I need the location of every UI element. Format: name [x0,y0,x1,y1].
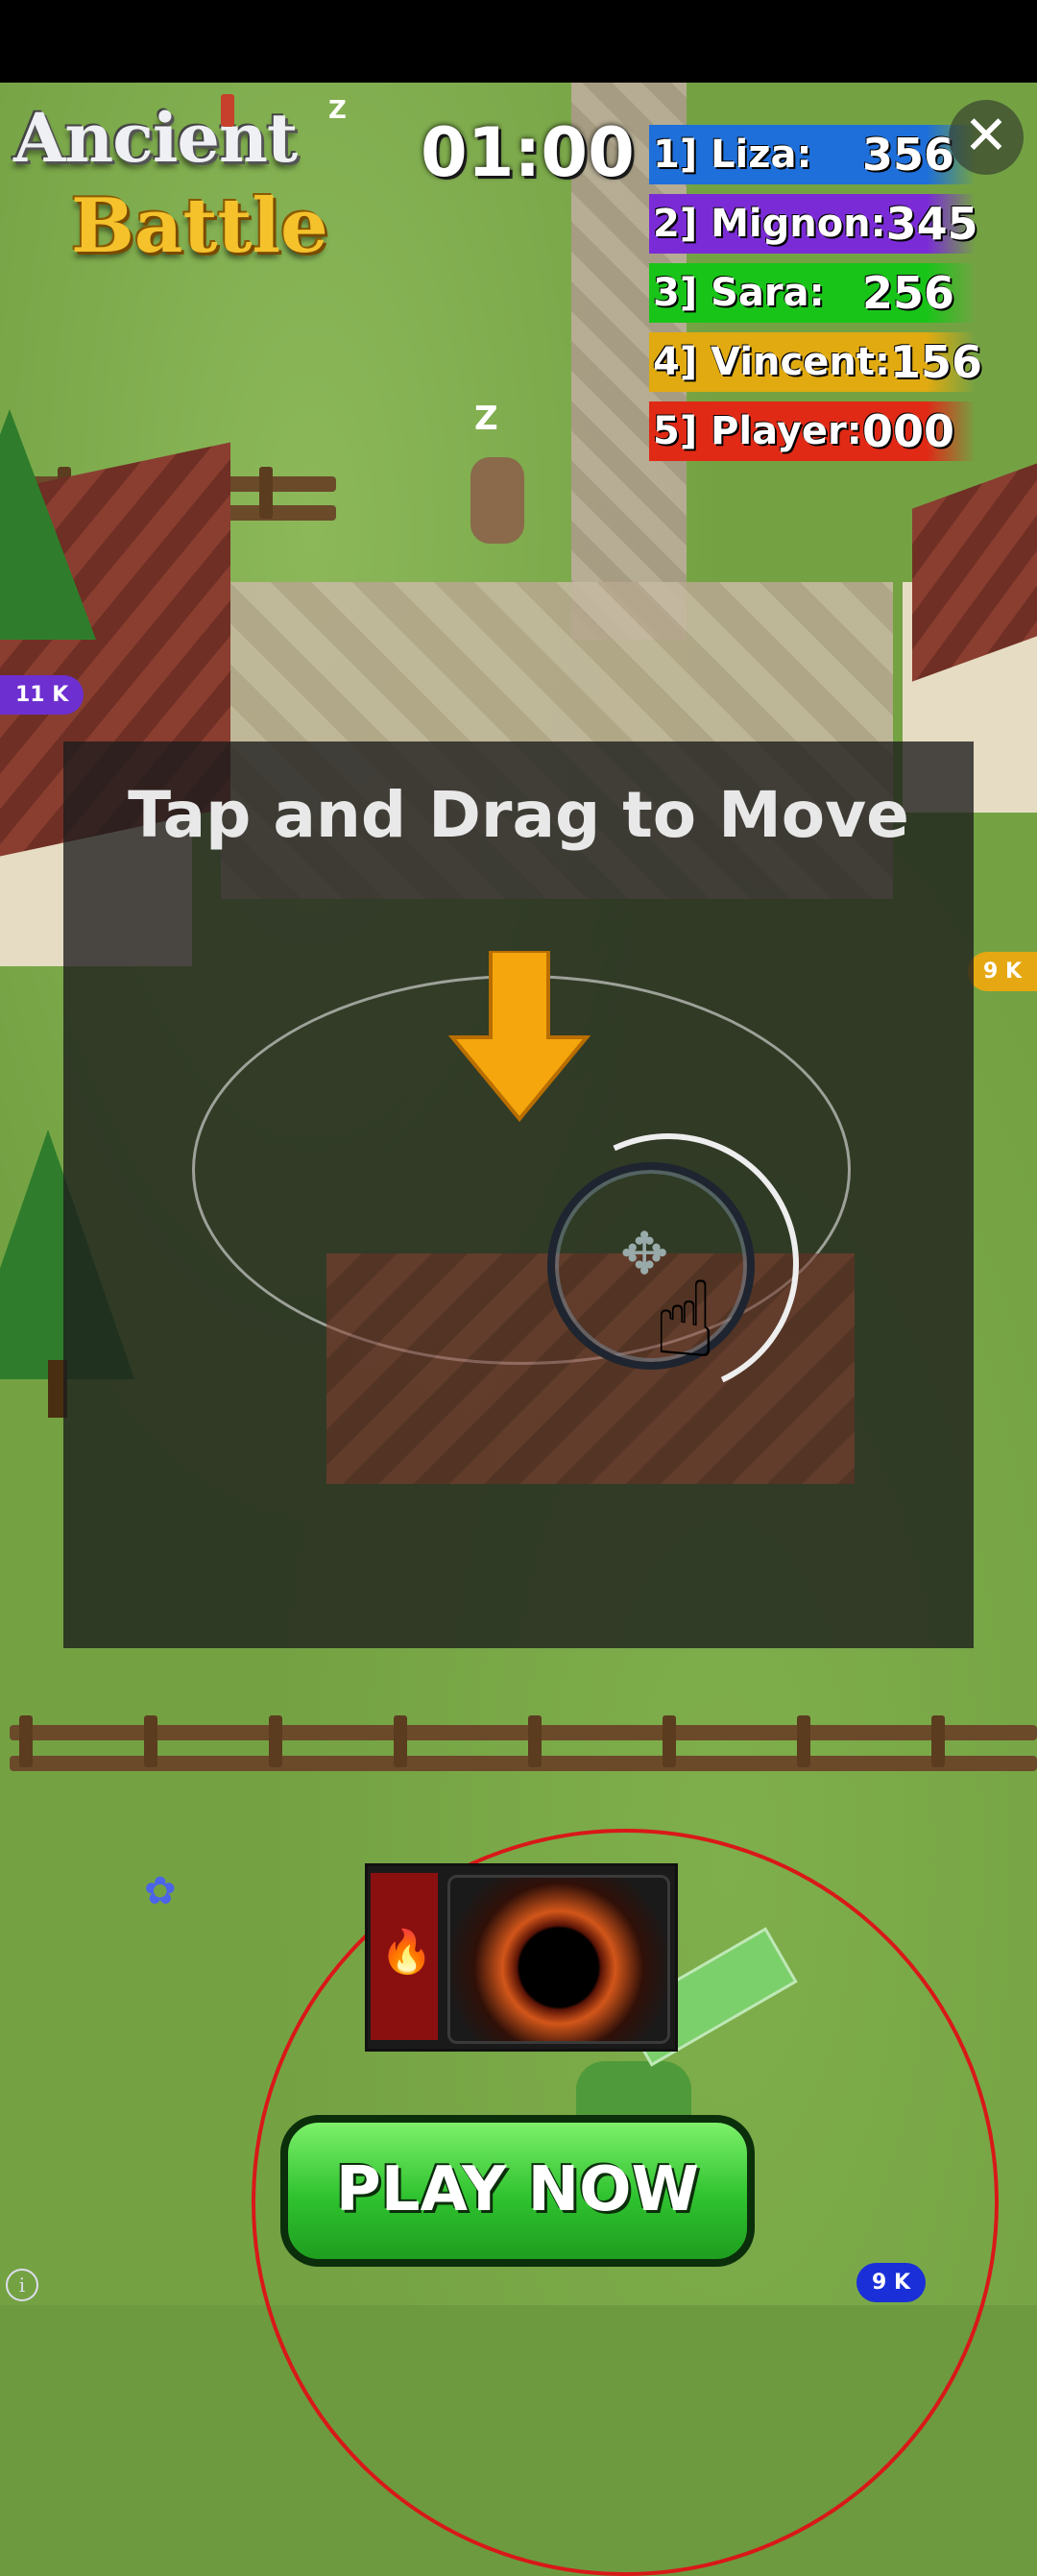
game-logo-subtitle: Battle [71,182,328,270]
leaderboard-name: 2] Mignon: [653,202,886,246]
enemy-character [470,457,524,544]
fireball-ability-image [447,1875,670,2044]
flame-icon: 🔥 [380,1928,433,1977]
leaderboard-name: 4] Vincent: [653,340,890,384]
fence-post [269,1715,282,1767]
fence-post [259,467,273,519]
offscreen-enemy-badge: 9 K [856,2263,927,2302]
fence-rail [10,1756,1037,1771]
offscreen-enemy-badge: 11 K [0,675,84,715]
logo-sword-hilt [221,94,234,127]
sleep-z: Z [474,400,498,438]
info-icon[interactable]: i [6,2269,38,2301]
status-bar [0,0,1037,83]
fence-post [394,1715,407,1767]
leaderboard-score: 000 [861,405,954,457]
leaderboard-name: 5] Player: [653,409,862,453]
fence-post [144,1715,157,1767]
fence-post [528,1715,542,1767]
match-timer: 01:00 [421,113,635,192]
leaderboard-name: 1] Liza: [653,133,812,177]
leaderboard-score: 256 [861,267,954,319]
offscreen-enemy-badge: 9 K [968,952,1037,991]
leaderboard-row: 2] Mignon: 345 [649,194,978,254]
flower-icon: ✿ [144,1869,177,1913]
fence-post [797,1715,810,1767]
leaderboard-score: 345 [885,198,978,250]
game-logo-title: Ancient [13,98,298,178]
fence-rail [10,1725,1037,1740]
fence-post [19,1715,33,1767]
down-arrow-icon [447,951,591,1123]
leaderboard-name: 3] Sara: [653,271,825,315]
pointing-hand-icon: ☝ [653,1258,717,1381]
leaderboard-score: 356 [861,129,954,181]
play-now-button[interactable]: PLAY NOW [280,2115,755,2267]
leaderboard-row: 5] Player: 000 [649,401,976,461]
leaderboard-score: 156 [889,336,982,388]
leaderboard-row: 4] Vincent: 156 [649,332,982,392]
leaderboard-row: 3] Sara: 256 [649,263,976,323]
leaderboard-row: 1] Liza: 356 [649,125,976,184]
sleep-z: Z [328,96,347,125]
fence-post [931,1715,945,1767]
close-button[interactable]: ✕ [949,100,1024,175]
tutorial-text: Tap and Drag to Move [128,778,909,852]
pine-tree [0,409,96,640]
fence-post [663,1715,676,1767]
